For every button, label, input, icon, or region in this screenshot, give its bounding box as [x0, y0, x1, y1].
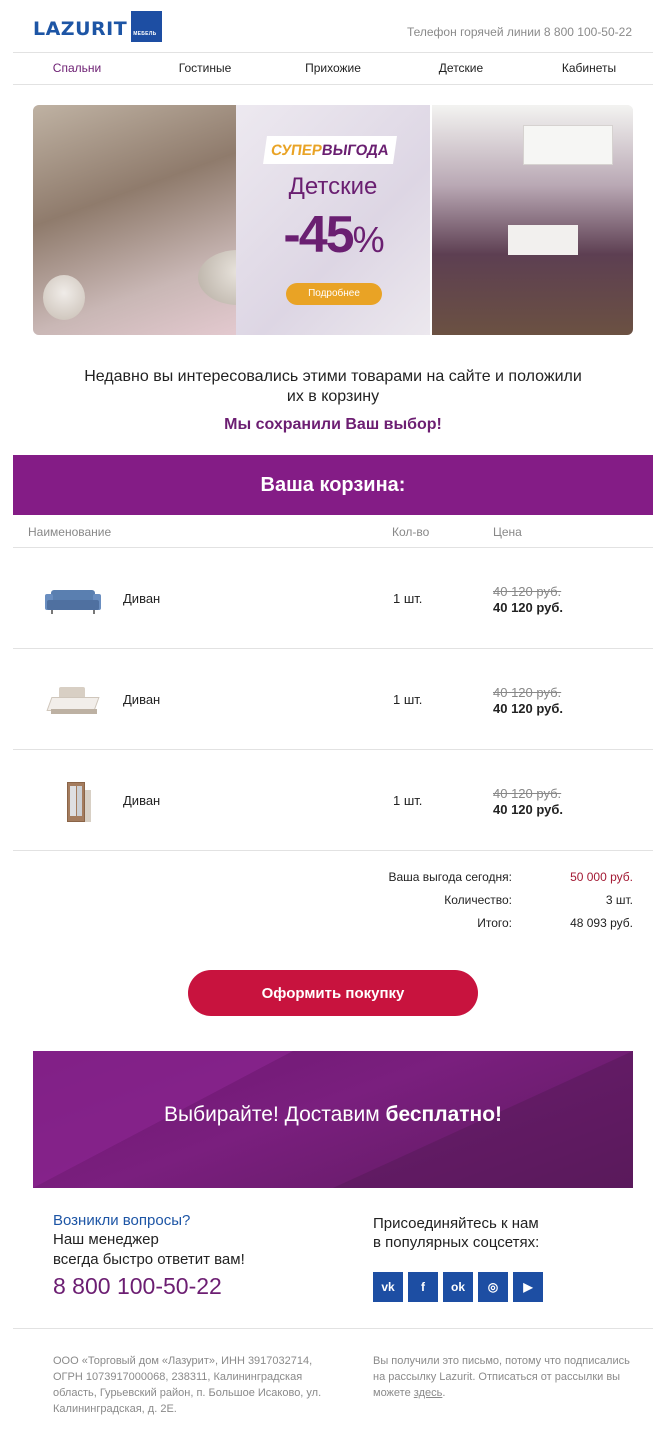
manager-text: Наш менеджер: [53, 1231, 159, 1248]
nav-item-bedrooms[interactable]: Спальни: [13, 53, 141, 84]
cart-row: Диван 1 шт. 40 120 руб. 40 120 руб.: [13, 750, 653, 851]
item-old-price: 40 120 руб.: [493, 786, 562, 801]
column-qty: Кол-во: [392, 525, 430, 539]
questions-title: Возникли вопросы?: [53, 1212, 191, 1229]
logo-sub: МЕБЕЛЬ: [133, 30, 157, 37]
tag-part-deal: ВЫГОДА: [320, 141, 390, 159]
unsubscribe-link[interactable]: здесь: [414, 1387, 443, 1399]
logo-text: LAZURIT: [33, 18, 128, 40]
discount-value: -45: [283, 206, 354, 264]
cart-column-headers: Наименование Кол-во Цена: [13, 515, 653, 548]
social-title-2: в популярных соцсетях:: [373, 1234, 540, 1251]
item-name[interactable]: Диван: [123, 793, 160, 808]
cart-title: Ваша корзина:: [13, 455, 653, 515]
percent-sign: %: [352, 219, 385, 260]
nav-item-kids[interactable]: Детские: [397, 53, 525, 84]
banner-photo-room: [430, 105, 633, 335]
delivery-text-regular: Выбирайте! Доставим: [163, 1103, 386, 1126]
summary-benefit: Ваша выгода сегодня: 50 000 руб.: [333, 870, 633, 888]
benefit-value: 50 000 руб.: [570, 870, 633, 884]
footer-divider: [13, 1328, 653, 1329]
banner-title: Детские: [288, 173, 378, 200]
item-qty: 1 шт.: [393, 692, 423, 707]
item-qty: 1 шт.: [393, 591, 423, 606]
logo-mark: МЕБЕЛЬ: [131, 10, 163, 42]
desk-shape: [508, 225, 578, 255]
count-value: 3 шт.: [605, 893, 633, 907]
delivery-text: Выбирайте! Доставим бесплатно!: [33, 1103, 633, 1127]
item-price: 40 120 руб.: [493, 802, 564, 817]
sofa-icon[interactable]: [43, 578, 103, 620]
item-name[interactable]: Диван: [123, 591, 160, 606]
contacts-block: Возникли вопросы? Наш менеджер всегда бы…: [53, 1211, 333, 1300]
intro-message: Недавно вы интересовались этими товарами…: [84, 368, 582, 405]
social-block: Присоединяйтесь к нам в популярных соцсе…: [373, 1214, 633, 1302]
item-price: 40 120 руб.: [493, 701, 564, 716]
count-label: Количество:: [444, 893, 512, 907]
social-title: Присоединяйтесь к нам: [373, 1215, 539, 1232]
header: LAZURIT МЕБЕЛЬ Телефон горячей линии 8 8…: [0, 0, 665, 52]
category-nav: Спальни Гостиные Прихожие Детские Кабине…: [13, 52, 653, 85]
hotline-text: Телефон горячей линии 8 800 100-50-22: [406, 25, 632, 39]
odnoklassniki-icon[interactable]: ok: [443, 1272, 473, 1302]
item-price: 40 120 руб.: [493, 600, 564, 615]
legal-text: ООО «Торговый дом «Лазурит», ИНН 3917032…: [53, 1355, 322, 1415]
tag-part-super: СУПЕР: [270, 141, 324, 159]
chair-shape: [43, 275, 85, 320]
wardrobe-icon[interactable]: [43, 780, 103, 822]
unsubscribe-message: Вы получили это письмо, потому что подпи…: [373, 1355, 630, 1399]
nav-item-living-rooms[interactable]: Гостиные: [141, 53, 269, 84]
bed-icon[interactable]: [43, 679, 103, 721]
banner-photo-family: [33, 105, 278, 335]
saved-choice-text: Мы сохранили Ваш выбор!: [224, 416, 442, 433]
free-delivery-banner[interactable]: Выбирайте! Доставим бесплатно!: [33, 1051, 633, 1188]
shelf-shape: [523, 125, 613, 165]
intro-text: Недавно вы интересовались этими товарами…: [33, 367, 633, 407]
cart-row: Диван 1 шт. 40 120 руб. 40 120 руб.: [13, 649, 653, 750]
promo-banner[interactable]: СУПЕР ВЫГОДА Детские -45% Подробнее: [33, 105, 633, 335]
checkout-button[interactable]: Оформить покупку: [188, 970, 478, 1016]
super-deal-tag: СУПЕР ВЫГОДА: [263, 136, 397, 164]
logo[interactable]: LAZURIT МЕБЕЛЬ: [33, 10, 163, 42]
item-old-price: 40 120 руб.: [493, 685, 562, 700]
item-name[interactable]: Диван: [123, 692, 160, 707]
banner-discount: -45%: [236, 205, 430, 265]
item-old-price: 40 120 руб.: [493, 584, 562, 599]
banner-more-button[interactable]: Подробнее: [286, 283, 382, 305]
column-name: Наименование: [28, 525, 112, 539]
nav-item-offices[interactable]: Кабинеты: [525, 53, 653, 84]
phone-link[interactable]: 8 800 100-50-22: [53, 1273, 333, 1300]
item-qty: 1 шт.: [393, 793, 423, 808]
social-icons: vk f ok ◎ ▶: [373, 1272, 633, 1302]
cart-row: Диван 1 шт. 40 120 руб. 40 120 руб.: [13, 548, 653, 649]
facebook-icon[interactable]: f: [408, 1272, 438, 1302]
delivery-text-bold: бесплатно!: [385, 1103, 503, 1126]
benefit-label: Ваша выгода сегодня:: [388, 870, 512, 884]
manager-text-2: всегда быстро ответит вам!: [53, 1251, 245, 1268]
total-value: 48 093 руб.: [570, 916, 633, 930]
instagram-icon[interactable]: ◎: [478, 1272, 508, 1302]
vk-icon[interactable]: vk: [373, 1272, 403, 1302]
unsubscribe-end: .: [442, 1387, 446, 1399]
nav-item-hallways[interactable]: Прихожие: [269, 53, 397, 84]
youtube-icon[interactable]: ▶: [513, 1272, 543, 1302]
column-price: Цена: [493, 525, 522, 539]
unsubscribe-text: Вы получили это письмо, потому что подпи…: [373, 1353, 633, 1401]
summary-count: Количество: 3 шт.: [333, 893, 633, 911]
summary-total: Итого: 48 093 руб.: [333, 916, 633, 934]
total-label: Итого:: [477, 916, 512, 930]
